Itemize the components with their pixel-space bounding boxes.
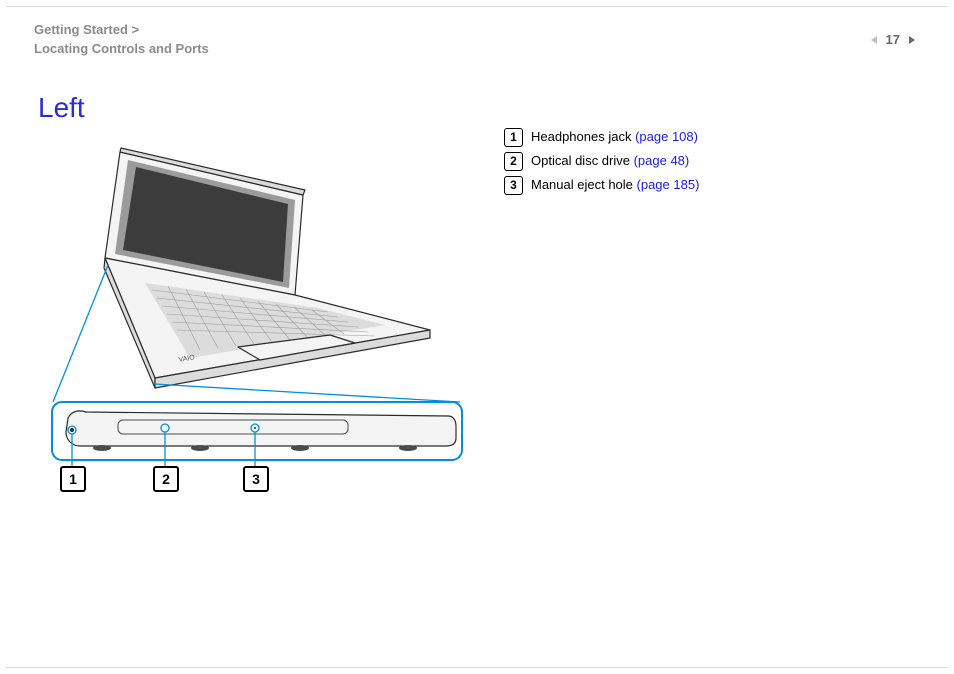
breadcrumb: Getting Started > Locating Controls and … <box>34 20 209 58</box>
breadcrumb-line-2: Locating Controls and Ports <box>34 41 209 56</box>
illustration-callout-2: 2 <box>153 466 179 492</box>
ports-legend: 1 Headphones jack (page 108) 2 Optical d… <box>504 126 699 198</box>
prev-page-icon[interactable] <box>868 34 880 46</box>
legend-number-3: 3 <box>504 176 523 195</box>
illustration-callout-1: 1 <box>60 466 86 492</box>
legend-link-2[interactable]: (page 48) <box>634 153 690 168</box>
page-number: 17 <box>886 32 900 47</box>
section-heading: Left <box>38 92 85 124</box>
ports-illustration: VAIO 1 2 3 <box>50 140 470 510</box>
next-page-icon[interactable] <box>906 34 918 46</box>
legend-label-3: Manual eject hole <box>531 177 637 192</box>
page-navigation: 17 <box>868 32 918 47</box>
legend-number-2: 2 <box>504 152 523 171</box>
breadcrumb-line-1: Getting Started > <box>34 22 139 37</box>
legend-item-1: 1 Headphones jack (page 108) <box>504 126 699 148</box>
legend-label-2: Optical disc drive <box>531 153 634 168</box>
illustration-callout-3: 3 <box>243 466 269 492</box>
legend-item-3: 3 Manual eject hole (page 185) <box>504 174 699 196</box>
legend-number-1: 1 <box>504 128 523 147</box>
legend-item-2: 2 Optical disc drive (page 48) <box>504 150 699 172</box>
legend-link-3[interactable]: (page 185) <box>637 177 700 192</box>
legend-link-1[interactable]: (page 108) <box>635 129 698 144</box>
legend-label-1: Headphones jack <box>531 129 635 144</box>
